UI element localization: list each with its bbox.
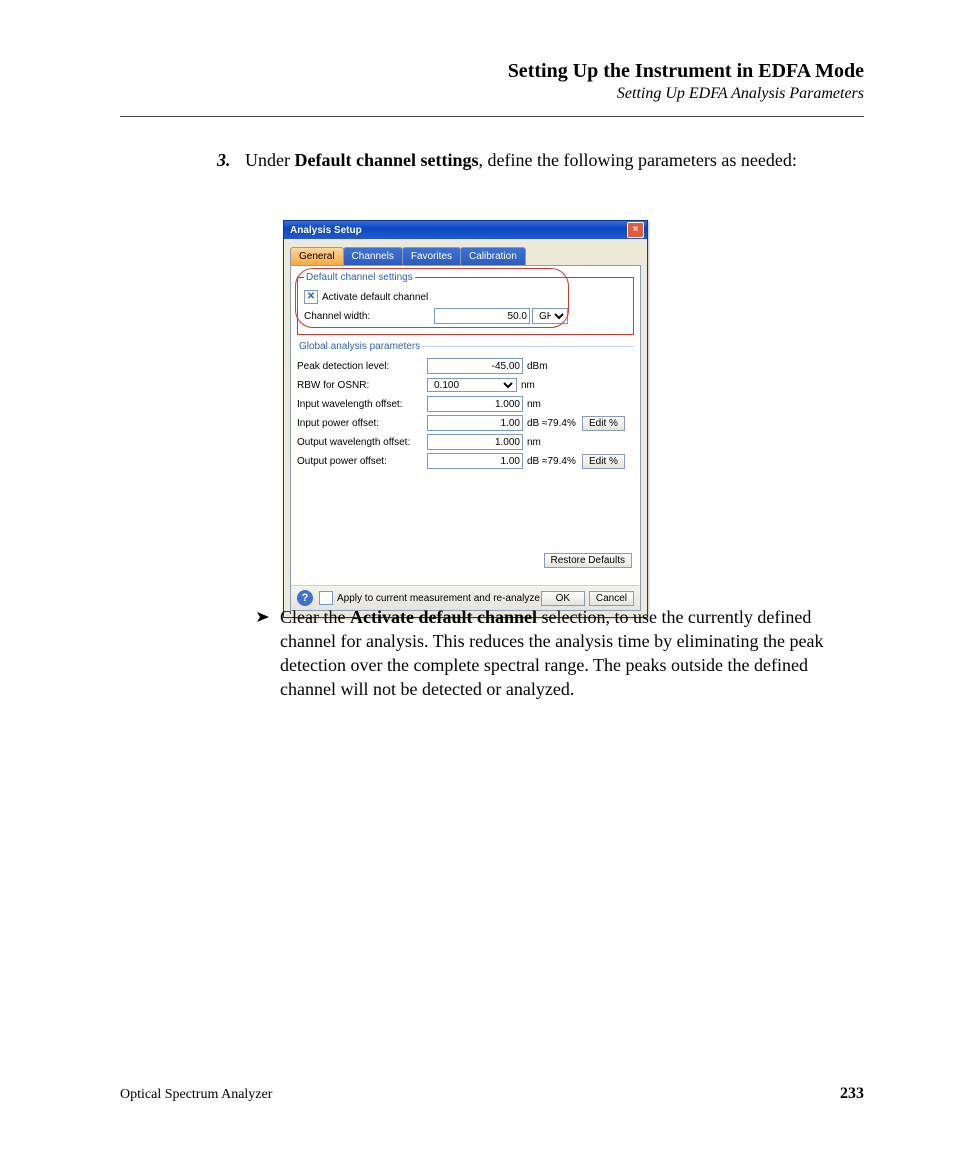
cancel-button[interactable]: Cancel <box>589 591 634 606</box>
tab-pane-general: Default channel settings ✕ Activate defa… <box>290 265 641 611</box>
global-row: RBW for OSNR:0.100 nm <box>297 376 634 394</box>
tab-channels[interactable]: Channels <box>343 247 403 265</box>
dialog-titlebar[interactable]: Analysis Setup × <box>284 221 647 239</box>
step-text-post: , define the following parameters as nee… <box>478 150 796 170</box>
ok-button[interactable]: OK <box>541 591 585 606</box>
global-row-label: RBW for OSNR: <box>297 380 427 391</box>
restore-defaults-button[interactable]: Restore Defaults <box>544 553 632 568</box>
step-text-pre: Under <box>245 150 294 170</box>
tab-calibration[interactable]: Calibration <box>460 247 526 265</box>
global-row-label: Output power offset: <box>297 456 427 467</box>
step-text-bold: Default channel settings <box>294 150 478 170</box>
global-row-label: Output wavelength offset: <box>297 437 427 448</box>
tab-general[interactable]: General <box>290 247 344 265</box>
channel-width-input[interactable] <box>434 308 530 324</box>
global-row-unit: nm <box>527 437 582 448</box>
global-row-input[interactable] <box>427 415 523 431</box>
global-row: Input wavelength offset: nm <box>297 395 634 413</box>
global-row-label: Input power offset: <box>297 418 427 429</box>
bullet-text-bold: Activate default channel <box>350 607 537 627</box>
global-row-input[interactable] <box>427 453 523 469</box>
global-analysis-group: Global analysis parameters Peak detectio… <box>297 341 634 479</box>
global-row-input[interactable] <box>427 358 523 374</box>
tabs: General Channels Favorites Calibration <box>290 247 641 265</box>
edit-percent-button[interactable]: Edit % <box>582 416 625 431</box>
global-row-unit: dB ≈79.4% <box>527 418 582 429</box>
activate-default-channel-label: Activate default channel <box>322 292 428 303</box>
global-row-input[interactable] <box>427 434 523 450</box>
channel-width-unit-select[interactable]: GHz <box>532 308 568 324</box>
global-row-select[interactable]: 0.100 <box>427 378 517 392</box>
global-row-label: Input wavelength offset: <box>297 399 427 410</box>
arrow-icon <box>256 609 272 625</box>
global-analysis-legend: Global analysis parameters <box>297 341 422 352</box>
global-row-input[interactable] <box>427 396 523 412</box>
channel-width-label: Channel width: <box>304 311 434 322</box>
global-row: Output power offset: dB ≈79.4%Edit % <box>297 452 634 470</box>
help-icon[interactable]: ? <box>297 590 313 606</box>
global-row-unit: dBm <box>527 361 582 372</box>
global-row: Output wavelength offset: nm <box>297 433 634 451</box>
footer-product: Optical Spectrum Analyzer <box>120 1087 272 1103</box>
apply-reanalyze-label: Apply to current measurement and re-anal… <box>337 593 540 604</box>
tab-favorites[interactable]: Favorites <box>402 247 461 265</box>
global-row-unit: dB ≈79.4% <box>527 456 582 467</box>
chapter-title: Setting Up the Instrument in EDFA Mode <box>120 60 864 83</box>
default-channel-legend: Default channel settings <box>304 272 415 283</box>
close-icon[interactable]: × <box>627 222 644 238</box>
global-row: Peak detection level: dBm <box>297 357 634 375</box>
activate-default-channel-checkbox[interactable]: ✕ <box>304 290 318 304</box>
step-number: 3. <box>217 148 231 172</box>
page-number: 233 <box>840 1085 864 1103</box>
bullet-item: Clear the Activate default channel selec… <box>280 605 864 701</box>
dialog-title: Analysis Setup <box>290 225 362 236</box>
edit-percent-button[interactable]: Edit % <box>582 454 625 469</box>
step-3: 3. Under Default channel settings, defin… <box>245 148 864 172</box>
global-row-unit: nm <box>527 399 582 410</box>
default-channel-settings-group: Default channel settings ✕ Activate defa… <box>297 272 634 335</box>
bullet-text-pre: Clear the <box>280 607 350 627</box>
analysis-setup-dialog: Analysis Setup × General Channels Favori… <box>283 220 648 618</box>
global-row-label: Peak detection level: <box>297 361 427 372</box>
apply-reanalyze-checkbox[interactable] <box>319 591 333 605</box>
section-title: Setting Up EDFA Analysis Parameters <box>120 85 864 103</box>
header-rule <box>120 116 864 117</box>
global-row-unit: nm <box>521 380 576 391</box>
global-row: Input power offset: dB ≈79.4%Edit % <box>297 414 634 432</box>
